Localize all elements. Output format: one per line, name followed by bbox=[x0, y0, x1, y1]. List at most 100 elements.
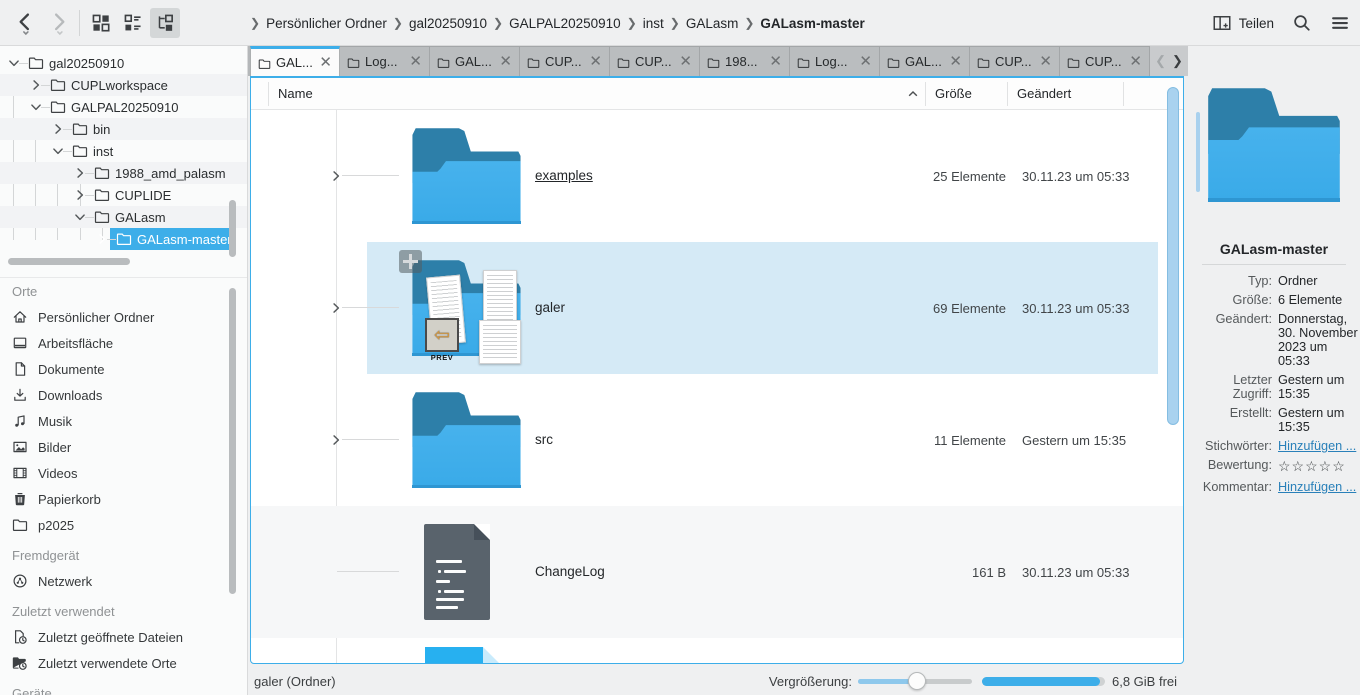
tab-scroll-left-icon[interactable]: ❮ bbox=[1155, 53, 1166, 69]
info-panel-scrollbar[interactable] bbox=[1196, 112, 1200, 192]
tree-item-galasm-master[interactable]: GALasm-master bbox=[0, 228, 248, 250]
tab-close-icon[interactable]: ✕ bbox=[859, 54, 872, 69]
breadcrumb-item[interactable]: gal20250910 bbox=[409, 16, 487, 31]
back-button[interactable] bbox=[10, 8, 40, 38]
icons-view-button[interactable] bbox=[86, 8, 116, 38]
menu-button[interactable] bbox=[1330, 13, 1350, 33]
tab-close-icon[interactable]: ✕ bbox=[1129, 54, 1142, 69]
tree-item-cuplworkspace[interactable]: CUPLworkspace bbox=[0, 74, 248, 96]
tab-close-icon[interactable]: ✕ bbox=[409, 54, 422, 69]
zoom-slider-handle[interactable] bbox=[908, 672, 926, 690]
place-item-downloads[interactable]: Downloads bbox=[0, 382, 248, 408]
places-panel-vertical-scrollbar[interactable] bbox=[229, 288, 236, 594]
folders-panel-horizontal-scrollbar[interactable] bbox=[8, 258, 130, 265]
place-item-arbeitsfl-che[interactable]: Arbeitsfläche bbox=[0, 330, 248, 356]
tab-2[interactable]: Log...✕ bbox=[340, 46, 430, 76]
tab-5[interactable]: CUP... ✕ bbox=[610, 46, 700, 76]
tab-folder-icon bbox=[258, 56, 271, 69]
tree-item-cuplide[interactable]: CUPLIDE bbox=[0, 184, 248, 206]
tab-10[interactable]: CUP...✕ bbox=[1060, 46, 1150, 76]
tab-close-icon[interactable]: ✕ bbox=[589, 54, 602, 69]
tab-4[interactable]: CUP...✕ bbox=[520, 46, 610, 76]
tab-6[interactable]: 198...✕ bbox=[700, 46, 790, 76]
file-view-scrollbar-thumb[interactable] bbox=[1167, 87, 1179, 425]
file-row-partial[interactable] bbox=[251, 638, 1183, 663]
tree-item-inst[interactable]: inst bbox=[0, 140, 248, 162]
breadcrumb-item[interactable]: inst bbox=[643, 16, 664, 31]
column-header-name[interactable]: Name bbox=[278, 86, 313, 101]
file-row-galer[interactable]: ⇦PREVgaler69 Elemente30.11.23 um 05:33 bbox=[251, 242, 1183, 374]
add-link[interactable]: Hinzufügen ... bbox=[1278, 439, 1360, 453]
zoom-slider[interactable] bbox=[858, 679, 972, 684]
tab-1[interactable]: GAL...✕ bbox=[250, 46, 340, 76]
breadcrumb-item[interactable]: Persönlicher Ordner bbox=[266, 16, 387, 31]
expand-icon[interactable] bbox=[330, 434, 342, 446]
breadcrumb-item[interactable]: GALasm-master bbox=[760, 16, 864, 31]
tab-close-icon[interactable]: ✕ bbox=[949, 54, 962, 69]
collapse-icon[interactable] bbox=[30, 101, 42, 113]
place-item-zuletzt-verwendete-orte[interactable]: Zuletzt verwendete Orte bbox=[0, 650, 248, 676]
place-item-musik[interactable]: Musik bbox=[0, 408, 248, 434]
tab-close-icon[interactable]: ✕ bbox=[319, 55, 332, 70]
tab-bar: ❮ ❯ GAL...✕Log...✕GAL...✕CUP...✕CUP...✕1… bbox=[248, 46, 1188, 76]
file-row-src[interactable]: src11 ElementeGestern um 15:35 bbox=[251, 374, 1183, 506]
forward-button[interactable] bbox=[44, 8, 74, 38]
tab-8[interactable]: GAL...✕ bbox=[880, 46, 970, 76]
tab-close-icon[interactable]: ✕ bbox=[679, 54, 692, 69]
details-view-button[interactable] bbox=[118, 8, 148, 38]
tab-scroll-right-icon[interactable]: ❯ bbox=[1172, 53, 1183, 69]
tree-item-galpal20250910[interactable]: GALPAL20250910 bbox=[0, 96, 248, 118]
collapse-icon[interactable] bbox=[74, 211, 86, 223]
file-name[interactable]: galer bbox=[535, 300, 565, 315]
rating-stars[interactable]: ☆☆☆☆☆ bbox=[1278, 458, 1360, 475]
tree-item-1988_amd_palasm[interactable]: 1988_amd_palasm bbox=[0, 162, 248, 184]
place-item-pers-nlicher-ordner[interactable]: Persönlicher Ordner bbox=[0, 304, 248, 330]
tab-close-icon[interactable]: ✕ bbox=[1039, 54, 1052, 69]
tab-close-icon[interactable]: ✕ bbox=[769, 54, 782, 69]
file-name[interactable]: ChangeLog bbox=[535, 564, 605, 579]
file-name[interactable]: examples bbox=[535, 168, 593, 183]
tab-7[interactable]: Log...✕ bbox=[790, 46, 880, 76]
places-panel: OrtePersönlicher OrdnerArbeitsflächeDoku… bbox=[0, 277, 248, 695]
place-item-label: Videos bbox=[38, 466, 78, 481]
file-row-changelog[interactable]: ChangeLog161 B30.11.23 um 05:33 bbox=[251, 506, 1183, 638]
column-header-modified[interactable]: Geändert bbox=[1017, 86, 1071, 101]
add-link[interactable]: Hinzufügen ... bbox=[1278, 480, 1360, 494]
tab-3[interactable]: GAL...✕ bbox=[430, 46, 520, 76]
tab-close-icon[interactable]: ✕ bbox=[499, 54, 512, 69]
place-item-p2025[interactable]: p2025 bbox=[0, 512, 248, 538]
tree-view-button[interactable] bbox=[150, 8, 180, 38]
file-view-scrollbar[interactable] bbox=[1166, 84, 1180, 657]
place-item-papierkorb[interactable]: Papierkorb bbox=[0, 486, 248, 512]
place-item-dokumente[interactable]: Dokumente bbox=[0, 356, 248, 382]
expand-icon[interactable] bbox=[74, 167, 86, 179]
column-header-size[interactable]: Größe bbox=[935, 86, 972, 101]
expand-icon[interactable] bbox=[96, 233, 108, 245]
place-item-bilder[interactable]: Bilder bbox=[0, 434, 248, 460]
collapse-icon[interactable] bbox=[52, 145, 64, 157]
file-row-examples[interactable]: examples25 Elemente30.11.23 um 05:33 bbox=[251, 110, 1183, 242]
expand-icon[interactable] bbox=[30, 79, 42, 91]
place-item-videos[interactable]: Videos bbox=[0, 460, 248, 486]
place-item-netzwerk[interactable]: Netzwerk bbox=[0, 568, 248, 594]
file-name[interactable]: src bbox=[535, 432, 553, 447]
folders-panel-vertical-scrollbar[interactable] bbox=[229, 200, 236, 257]
sort-ascending-icon[interactable] bbox=[907, 88, 919, 100]
expand-icon[interactable] bbox=[52, 123, 64, 135]
place-item-zuletzt-ge-ffnete-dateien[interactable]: Zuletzt geöffnete Dateien bbox=[0, 624, 248, 650]
share-button[interactable]: Teilen bbox=[1212, 13, 1274, 33]
tree-item-galasm[interactable]: GALasm bbox=[0, 206, 248, 228]
expand-icon[interactable] bbox=[330, 170, 342, 182]
expand-icon[interactable] bbox=[330, 302, 342, 314]
info-field-value: Gestern um 15:35 bbox=[1278, 406, 1360, 434]
select-toggle-icon[interactable] bbox=[399, 250, 422, 273]
expand-icon[interactable] bbox=[74, 189, 86, 201]
tree-item-bin[interactable]: bin bbox=[0, 118, 248, 140]
search-button[interactable] bbox=[1292, 13, 1312, 33]
tab-9[interactable]: CUP...✕ bbox=[970, 46, 1060, 76]
breadcrumb-item[interactable]: GALasm bbox=[686, 16, 739, 31]
collapse-icon[interactable] bbox=[8, 57, 20, 69]
breadcrumb-item[interactable]: GALPAL20250910 bbox=[509, 16, 621, 31]
tab-label: CUP... bbox=[635, 54, 674, 69]
tree-item-gal20250910[interactable]: gal20250910 bbox=[0, 52, 248, 74]
